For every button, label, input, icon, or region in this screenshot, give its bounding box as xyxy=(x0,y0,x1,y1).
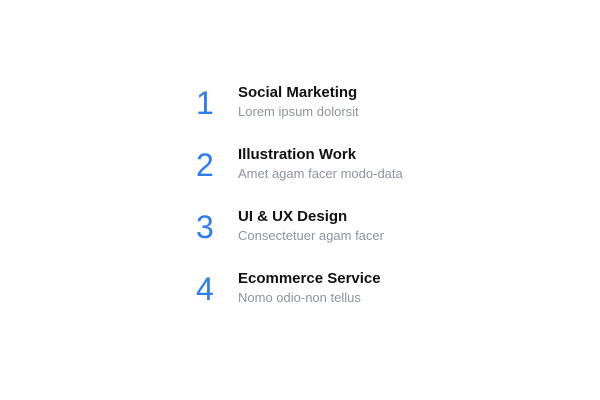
service-number: 4 xyxy=(196,271,214,307)
service-text: Social Marketing Lorem ipsum dolorsit xyxy=(238,84,359,120)
service-description: Nomo odio-non tellus xyxy=(238,290,361,305)
service-number: 2 xyxy=(196,147,214,183)
service-list: 1 Social Marketing Lorem ipsum dolorsit … xyxy=(196,84,456,332)
service-text: Illustration Work Amet agam facer modo-d… xyxy=(238,146,403,182)
page: 1 Social Marketing Lorem ipsum dolorsit … xyxy=(0,0,600,400)
service-title: Ecommerce Service xyxy=(238,270,381,287)
service-text: Ecommerce Service Nomo odio-non tellus xyxy=(238,270,381,306)
service-title: Illustration Work xyxy=(238,146,357,163)
service-item-ui-ux-design: 3 UI & UX Design Consectetuer agam facer xyxy=(196,208,456,270)
service-number: 1 xyxy=(196,85,214,121)
service-title: Social Marketing xyxy=(238,84,358,101)
service-item-social-marketing: 1 Social Marketing Lorem ipsum dolorsit xyxy=(196,84,456,146)
service-description: Consectetuer agam facer xyxy=(238,228,384,243)
service-description: Lorem ipsum dolorsit xyxy=(238,104,359,119)
service-number: 3 xyxy=(196,209,214,245)
service-item-illustration-work: 2 Illustration Work Amet agam facer modo… xyxy=(196,146,456,208)
service-item-ecommerce-service: 4 Ecommerce Service Nomo odio-non tellus xyxy=(196,270,456,332)
service-text: UI & UX Design Consectetuer agam facer xyxy=(238,208,384,244)
service-title: UI & UX Design xyxy=(238,208,348,225)
service-description: Amet agam facer modo-data xyxy=(238,166,403,181)
